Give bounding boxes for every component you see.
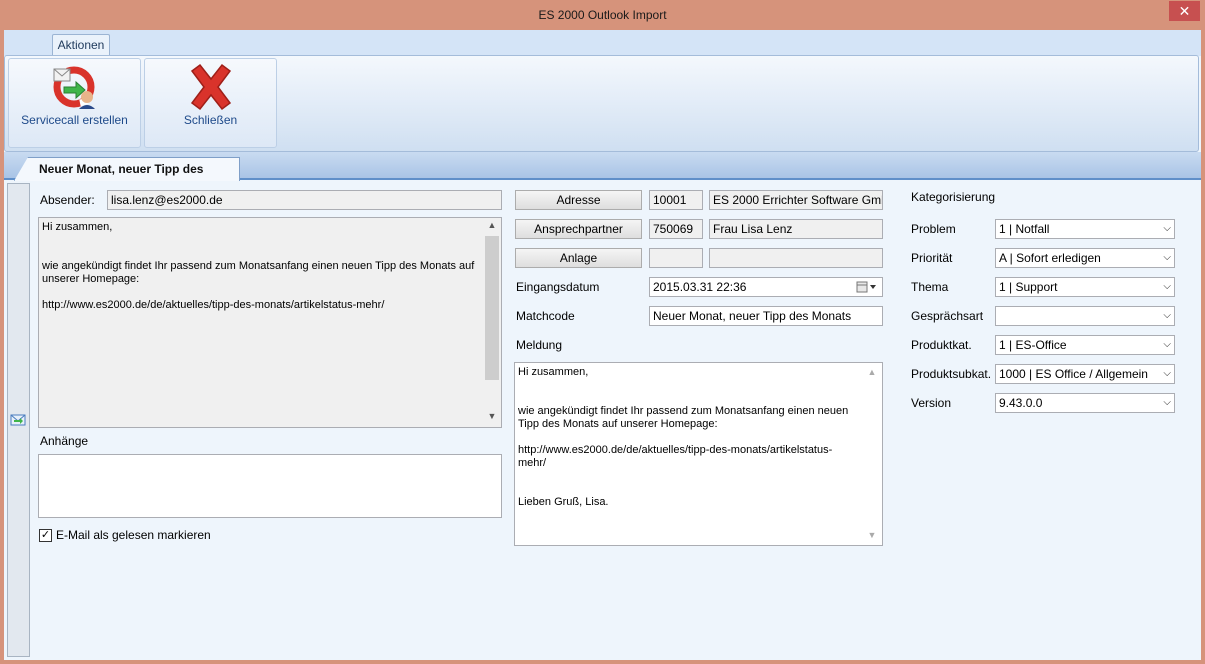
sender-label: Absender: xyxy=(40,193,95,207)
attachments-list[interactable] xyxy=(38,454,502,518)
product-subcategory-select[interactable]: 1000 | ES Office / Allgemein ⌵ xyxy=(995,364,1175,384)
ribbon-tab-strip xyxy=(4,30,1201,56)
attachment-id-field[interactable] xyxy=(649,248,703,268)
priority-value: A | Sofort erledigen xyxy=(999,251,1101,265)
document-tab[interactable]: Neuer Monat, neuer Tipp des Monats xyxy=(14,157,240,181)
chevron-down-icon: ⌵ xyxy=(1163,339,1171,350)
address-name-field[interactable]: ES 2000 Errichter Software GmbH xyxy=(709,190,883,210)
message-scroll-up-icon[interactable]: ▲ xyxy=(864,367,880,377)
product-category-value: 1 | ES-Office xyxy=(999,338,1067,352)
matchcode-field[interactable]: Neuer Monat, neuer Tipp des Monats xyxy=(649,306,883,326)
mark-read-checkbox[interactable]: ✓ xyxy=(39,529,52,542)
topic-select[interactable]: 1 | Support ⌵ xyxy=(995,277,1175,297)
product-subcategory-label: Produktsubkat. xyxy=(911,367,992,381)
mail-import-icon[interactable] xyxy=(10,413,26,427)
chevron-down-icon: ⌵ xyxy=(1163,281,1171,292)
attachments-label: Anhänge xyxy=(40,434,89,448)
version-value: 9.43.0.0 xyxy=(999,396,1043,410)
address-button[interactable]: Adresse xyxy=(515,190,642,210)
chevron-down-icon: ⌵ xyxy=(1163,368,1171,379)
contact-button[interactable]: Ansprechpartner xyxy=(515,219,642,239)
problem-select[interactable]: 1 | Notfall ⌵ xyxy=(995,219,1175,239)
conversation-type-select[interactable]: ⌵ xyxy=(995,306,1175,326)
close-document-button[interactable]: Schließen xyxy=(144,58,277,148)
product-subcategory-value: 1000 | ES Office / Allgemein xyxy=(999,367,1148,381)
scroll-down-icon[interactable]: ▼ xyxy=(483,411,501,421)
product-category-label: Produktkat. xyxy=(911,338,972,352)
chevron-down-icon: ⌵ xyxy=(1163,223,1171,234)
close-label: Schließen xyxy=(183,113,238,127)
window-title: ES 2000 Outlook Import xyxy=(538,8,667,22)
attachment-button[interactable]: Anlage xyxy=(515,248,642,268)
calendar-dropdown-icon[interactable] xyxy=(856,281,878,293)
message-label: Meldung xyxy=(516,338,563,352)
scroll-thumb[interactable] xyxy=(485,236,499,380)
topic-value: 1 | Support xyxy=(999,280,1058,294)
categorization-heading: Kategorisierung xyxy=(911,190,996,204)
chevron-down-icon: ⌵ xyxy=(1163,397,1171,408)
contact-name-field[interactable]: Frau Lisa Lenz xyxy=(709,219,883,239)
matchcode-label: Matchcode xyxy=(516,309,575,323)
date-field[interactable]: 2015.03.31 22:36 xyxy=(649,277,883,297)
product-category-select[interactable]: 1 | ES-Office ⌵ xyxy=(995,335,1175,355)
problem-label: Problem xyxy=(911,222,956,236)
attachment-name-field[interactable] xyxy=(709,248,883,268)
message-scroll-down-icon[interactable]: ▼ xyxy=(864,530,880,540)
servicecall-label: Servicecall erstellen xyxy=(21,113,128,127)
conversation-type-label: Gesprächsart xyxy=(911,309,984,323)
ribbon-tab-actions[interactable]: Aktionen xyxy=(52,34,110,56)
chevron-down-icon: ⌵ xyxy=(1163,310,1171,321)
create-servicecall-button[interactable]: Servicecall erstellen xyxy=(8,58,141,148)
version-label: Version xyxy=(911,396,952,410)
message-body[interactable]: Hi zusammen, wie angekündigt findet Ihr … xyxy=(514,362,883,546)
close-window-button[interactable]: ✕ xyxy=(1169,1,1200,21)
topic-label: Thema xyxy=(911,280,949,294)
date-value: 2015.03.31 22:36 xyxy=(653,280,747,294)
version-select[interactable]: 9.43.0.0 ⌵ xyxy=(995,393,1175,413)
mark-read-label: E-Mail als gelesen markieren xyxy=(56,528,211,542)
priority-select[interactable]: A | Sofort erledigen ⌵ xyxy=(995,248,1175,268)
sender-field[interactable]: lisa.lenz@es2000.de xyxy=(107,190,502,210)
chevron-down-icon: ⌵ xyxy=(1163,252,1171,263)
address-id-field[interactable]: 10001 xyxy=(649,190,703,210)
problem-value: 1 | Notfall xyxy=(999,222,1050,236)
email-body[interactable]: Hi zusammen, wie angekündigt findet Ihr … xyxy=(38,217,502,428)
servicecall-icon xyxy=(53,66,95,109)
priority-label: Priorität xyxy=(911,251,953,265)
contact-id-field[interactable]: 750069 xyxy=(649,219,703,239)
red-x-icon xyxy=(190,63,231,111)
scroll-up-icon[interactable]: ▲ xyxy=(483,220,501,230)
date-label: Eingangsdatum xyxy=(516,280,600,294)
